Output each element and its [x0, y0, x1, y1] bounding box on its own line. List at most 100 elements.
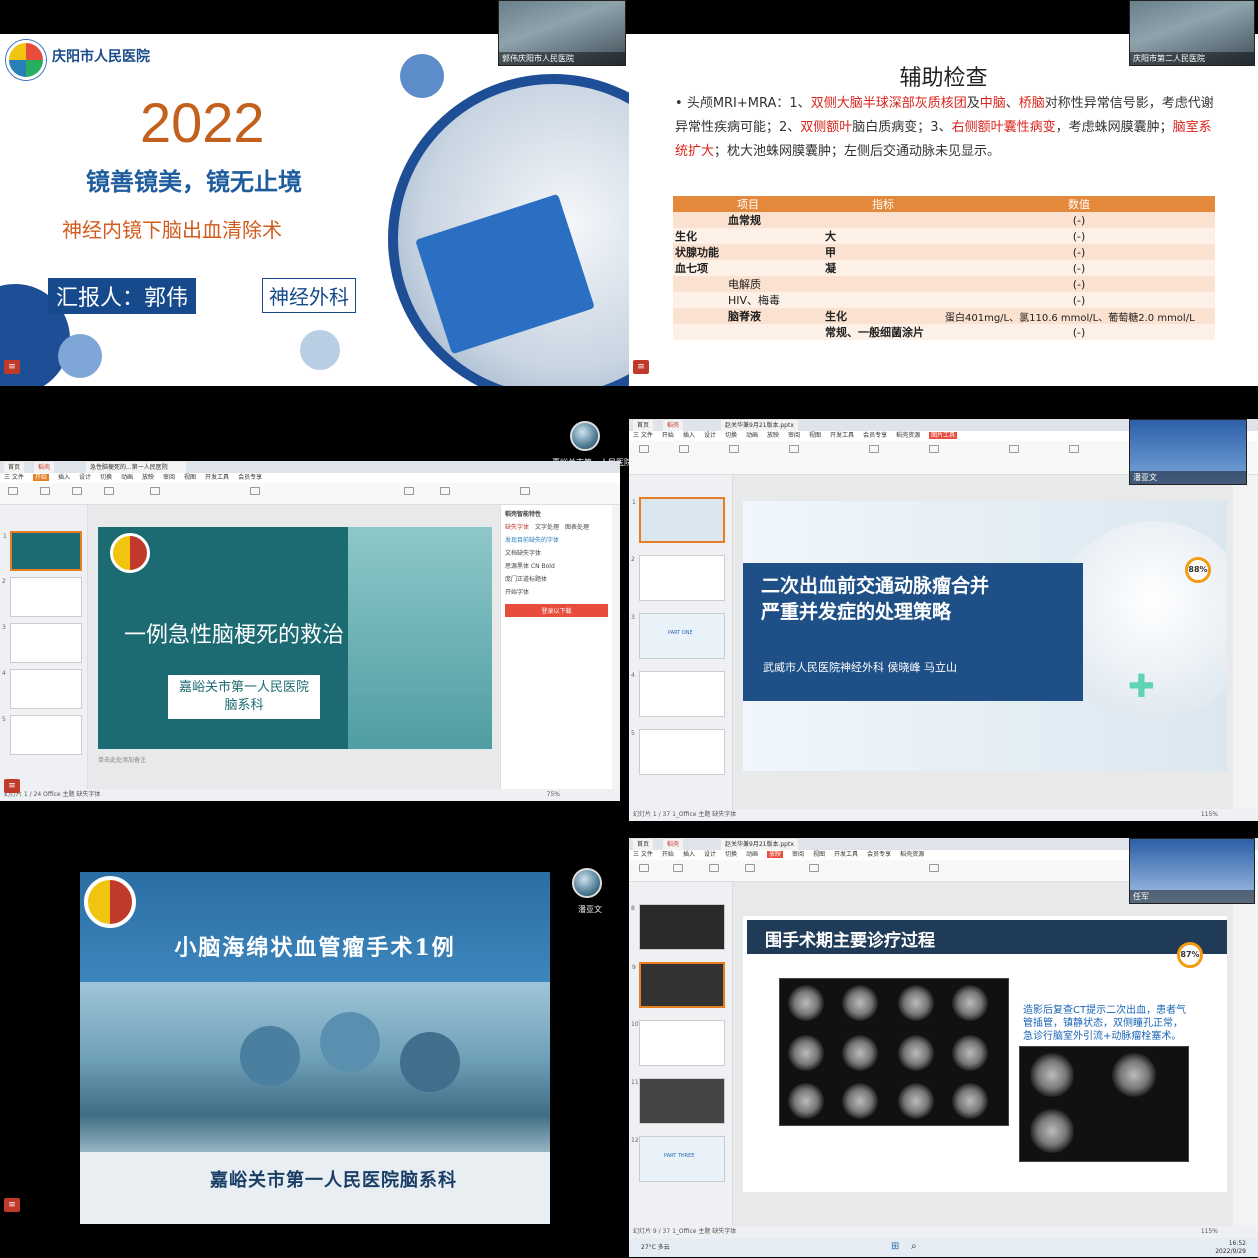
slide-thumbnail[interactable]: 11 [631, 1078, 725, 1124]
slide-thumbnail[interactable]: 10 [631, 1020, 725, 1066]
insert-icon[interactable] [639, 445, 649, 453]
menu-item[interactable]: 动画 [746, 851, 758, 858]
menu-item[interactable]: 设计 [704, 432, 716, 439]
menu-item[interactable]: 切换 [725, 432, 737, 439]
slide[interactable]: 围手术期主要诊疗过程 造影后复查CT提示二次出血，患者气管插管，镇静状态，双侧瞳… [743, 916, 1227, 1192]
tab-document[interactable]: 赵关华兼9月21版本.pptx [721, 839, 798, 850]
slide-thumbnail[interactable]: 2 [631, 555, 725, 601]
slide-thumbnail[interactable]: 12 PART THREE [631, 1136, 725, 1182]
tab-document[interactable]: 赵关华兼9月21版本.pptx [721, 420, 798, 431]
slide-thumbnail[interactable]: 4 [631, 671, 725, 717]
menu-item[interactable]: 会员专享 [238, 474, 262, 481]
format-icon[interactable] [40, 487, 50, 495]
menu-item[interactable]: 插入 [58, 474, 70, 481]
menu-item[interactable]: 切换 [100, 474, 112, 481]
rotate-icon[interactable] [1069, 445, 1079, 453]
participant-camera[interactable]: 任军 [1129, 838, 1255, 904]
textbox-icon[interactable] [404, 487, 414, 495]
menu-item[interactable]: 插入 [683, 851, 695, 858]
menu-item[interactable]: 动画 [121, 474, 133, 481]
tab-docer[interactable]: 稻壳 [663, 420, 684, 431]
panel-tab[interactable]: 缺失字体 [505, 524, 529, 531]
custom-show-icon[interactable] [709, 864, 719, 872]
participant-camera[interactable]: 潘亚文 [1129, 419, 1247, 485]
menu-item[interactable]: 开始 [32, 474, 49, 481]
slide-thumbnail[interactable]: 3 [2, 623, 82, 663]
menu-item[interactable]: 放映 [767, 432, 779, 439]
menu-item[interactable]: 设计 [704, 851, 716, 858]
panel-jiayuguan-hospital[interactable]: 嘉峪关市第一人民医院 首页 稻壳 急性脑梗死的...第一人民医院 三 文件 开始 插… [0, 419, 629, 838]
menu-item[interactable]: 会员专享 [867, 851, 891, 858]
slide-thumbnail[interactable]: 4 [2, 669, 82, 709]
menu-item[interactable]: 开发工具 [830, 432, 854, 439]
menu-item[interactable]: 视图 [813, 851, 825, 858]
slide[interactable]: 一例急性脑梗死的救治 嘉峪关市第一人民医院 脑系科 [98, 527, 492, 749]
tab-home[interactable]: 首页 [4, 462, 25, 473]
play-from-start-icon[interactable] [639, 864, 649, 872]
panel-wuwei-hospital[interactable]: 首页 稻壳 赵关华兼9月21版本.pptx 三 文件 开始 插入 设计 切换 动画 放映 审阅… [629, 419, 1258, 838]
tab-home[interactable]: 首页 [633, 839, 654, 850]
menu-item[interactable]: 放映 [767, 851, 784, 858]
slide-thumbnail[interactable]: 9 [632, 962, 725, 1008]
panel-tab[interactable]: 文字处理 [535, 524, 559, 531]
windows-start-icon[interactable]: ⊞ [891, 1241, 899, 1252]
menu-item[interactable]: 三 文件 [633, 851, 653, 858]
participant-camera[interactable]: 庆阳市第二人民医院 [1129, 0, 1255, 66]
paste-icon[interactable] [8, 487, 18, 495]
menu-item[interactable]: 切换 [725, 851, 737, 858]
menu-item[interactable]: 审阅 [163, 474, 175, 481]
slide[interactable]: 二次出血前交通动脉瘤合并 严重并发症的处理策略 武威市人民医院神经外科 侯晓峰 马… [743, 501, 1227, 771]
share-icon[interactable]: ≡ [4, 779, 20, 793]
notes-field[interactable]: 单击此处添加备注 [98, 755, 146, 764]
new-slide-icon[interactable] [104, 487, 114, 495]
find-icon[interactable] [520, 487, 530, 495]
menu-item[interactable]: 会员专享 [863, 432, 887, 439]
slide-thumbnail[interactable]: 5 [631, 729, 725, 775]
participant-avatar[interactable] [572, 868, 602, 898]
slide-thumbnail[interactable]: 2 [2, 577, 82, 617]
menu-item[interactable]: 开发工具 [834, 851, 858, 858]
slide-thumbnail[interactable]: 1 [3, 531, 82, 571]
play-icon[interactable] [72, 487, 82, 495]
tab-docer[interactable]: 稻壳 [34, 462, 55, 473]
menu-item[interactable]: 三 文件 [4, 474, 24, 481]
menu-item[interactable]: 稻壳资源 [900, 851, 924, 858]
tab-docer[interactable]: 稻壳 [663, 839, 684, 850]
effect-icon[interactable] [929, 445, 939, 453]
menu-item[interactable]: 开始 [662, 851, 674, 858]
settings-icon[interactable] [809, 864, 819, 872]
login-download-button[interactable]: 登录以下载 [505, 604, 608, 617]
menu-item[interactable]: 开始 [662, 432, 674, 439]
size-icon[interactable] [789, 445, 799, 453]
slide-thumbnail[interactable]: 5 [2, 715, 82, 755]
slide-thumbnail[interactable]: 8 [631, 904, 725, 950]
rehearse-icon[interactable] [745, 864, 755, 872]
menu-item[interactable]: 视图 [184, 474, 196, 481]
share-icon[interactable]: ≡ [633, 360, 649, 374]
panel-qingyang-hospital[interactable]: 庆阳市人民医院 2022 镜善镜美，镜无止境 神经内镜下脑出血清除术 汇报人：郭… [0, 0, 629, 419]
panel-jiayuguan-hospital-2[interactable]: 小脑海绵状血管瘤手术1例 嘉峪关市第一人民医院脑系科 潘亚文 ≡ [0, 838, 629, 1257]
menu-item[interactable]: 放映 [142, 474, 154, 481]
menu-item[interactable]: 视图 [809, 432, 821, 439]
zoom-level[interactable]: 75% [547, 789, 560, 801]
search-icon[interactable]: ⌕ [911, 1241, 917, 1252]
zoom-level[interactable]: 115% [1201, 1226, 1218, 1238]
image-icon[interactable] [679, 445, 689, 453]
monitor-icon[interactable] [929, 864, 939, 872]
participant-camera[interactable]: 郭伟庆阳市人民医院 [498, 0, 626, 66]
tab-home[interactable]: 首页 [633, 420, 654, 431]
menu-item[interactable]: 设计 [79, 474, 91, 481]
align-icon[interactable] [1009, 445, 1019, 453]
crop-icon[interactable] [729, 445, 739, 453]
slide-thumbnail[interactable]: 1 [632, 497, 725, 543]
zoom-level[interactable]: 115% [1201, 809, 1218, 821]
font-icon[interactable] [150, 487, 160, 495]
menu-item[interactable]: 稻壳资源 [896, 432, 920, 439]
menu-item[interactable]: 插入 [683, 432, 695, 439]
menu-item[interactable]: 三 文件 [633, 432, 653, 439]
menu-item[interactable]: 审阅 [792, 851, 804, 858]
participant-avatar[interactable] [570, 421, 600, 451]
menu-item[interactable]: 审阅 [788, 432, 800, 439]
menu-item[interactable]: 图片工具 [929, 432, 958, 439]
slide-thumbnail[interactable]: 3 PART ONE [631, 613, 725, 659]
